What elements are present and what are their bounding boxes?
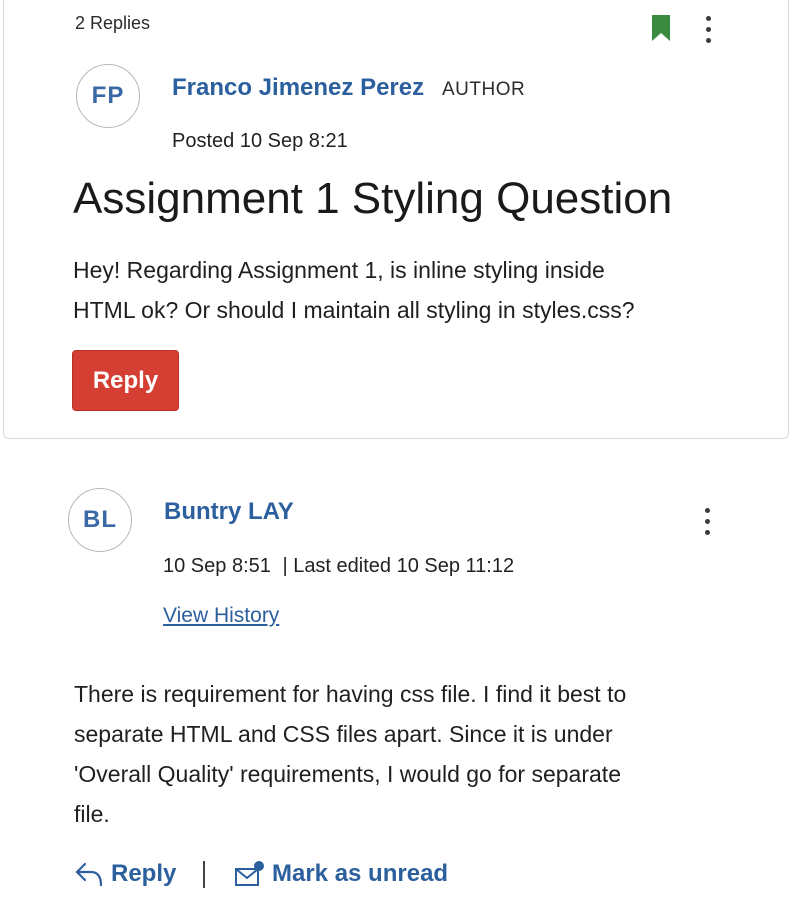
mark-as-unread-label: Mark as unread <box>272 860 449 887</box>
view-history-link[interactable]: View History <box>163 604 279 628</box>
reply-last-edited: | Last edited 10 Sep 11:12 <box>282 555 515 577</box>
post-author-name[interactable]: Franco Jimenez Perez <box>172 74 424 102</box>
reply-action-button[interactable]: Reply <box>74 860 176 888</box>
reply-button[interactable]: Reply <box>72 350 179 411</box>
reply-more-options-icon[interactable] <box>703 508 711 538</box>
reply-body-line: There is requirement for having css file… <box>74 681 627 707</box>
post-title: Assignment 1 Styling Question <box>73 174 673 223</box>
post-timestamp: Posted 10 Sep 8:21 <box>172 130 348 152</box>
reply-action-label: Reply <box>111 860 177 887</box>
reply-body-line: 'Overall Quality' requirements, I would … <box>74 761 621 787</box>
post-more-options-icon[interactable] <box>704 16 712 46</box>
post-body: Hey! Regarding Assignment 1, is inline s… <box>73 250 635 330</box>
reply-timestamp: 10 Sep 8:51 | Last edited 10 Sep 11:12 <box>163 555 514 578</box>
reply-author-name[interactable]: Buntry LAY <box>164 498 294 526</box>
reply-date: 10 Sep 8:51 <box>163 555 271 577</box>
replies-count: 2 Replies <box>75 13 151 33</box>
replier-avatar[interactable]: BL <box>68 488 132 552</box>
reply-body-line: separate HTML and CSS files apart. Since… <box>74 721 613 747</box>
post-body-line: Hey! Regarding Assignment 1, is inline s… <box>73 257 605 283</box>
bookmark-icon[interactable] <box>651 14 671 42</box>
post-body-line: HTML ok? Or should I maintain all stylin… <box>73 297 635 323</box>
mark-as-unread-button[interactable]: Mark as unread <box>234 860 448 888</box>
reply-arrow-icon <box>75 862 103 887</box>
reply-body: There is requirement for having css file… <box>74 674 626 834</box>
mail-unread-icon <box>235 861 264 886</box>
reply-body-line: file. <box>74 801 110 827</box>
author-role-badge: AUTHOR <box>442 79 526 100</box>
action-separator <box>203 861 205 888</box>
author-avatar[interactable]: FP <box>76 64 140 128</box>
